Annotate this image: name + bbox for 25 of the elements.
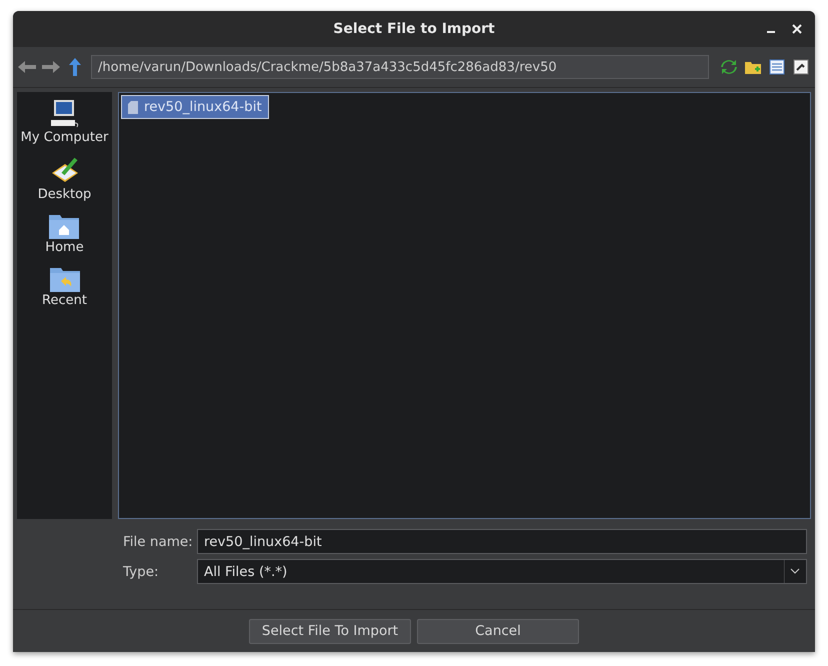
sidebar-item[interactable]: Recent xyxy=(42,293,87,308)
refresh-icon[interactable] xyxy=(720,58,738,76)
type-dropdown[interactable]: All Files (*.*) xyxy=(197,559,807,584)
forward-arrow-icon[interactable] xyxy=(42,61,60,73)
recent-folder-icon xyxy=(48,265,80,293)
computer-icon xyxy=(48,98,80,130)
file-name: rev50_linux64-bit xyxy=(144,99,262,115)
path-field[interactable]: /home/varun/Downloads/Crackme/5b8a37a433c5d45fc286ad83/rev50 xyxy=(91,55,709,79)
window-title: Select File to Import xyxy=(333,21,495,37)
file-name-label: File name: xyxy=(123,534,194,550)
select-button[interactable]: Select File To Import xyxy=(249,618,411,644)
sidebar-item[interactable]: Desktop xyxy=(38,187,92,202)
new-folder-icon[interactable] xyxy=(745,60,761,74)
up-arrow-icon[interactable] xyxy=(69,58,81,76)
cancel-button[interactable]: Cancel xyxy=(417,618,579,644)
file-name-field[interactable]: rev50_linux64-bit xyxy=(197,529,807,554)
sidebar-item[interactable]: Home xyxy=(45,240,84,255)
close-icon[interactable] xyxy=(792,24,802,34)
sidebar-item[interactable]: My Computer xyxy=(20,130,108,145)
home-folder-icon xyxy=(48,212,80,240)
file-item[interactable]: rev50_linux64-bit xyxy=(121,95,269,119)
type-label: Type: xyxy=(123,564,160,580)
file-icon xyxy=(128,100,138,114)
back-arrow-icon[interactable] xyxy=(18,61,36,73)
list-view-icon[interactable] xyxy=(769,59,785,75)
